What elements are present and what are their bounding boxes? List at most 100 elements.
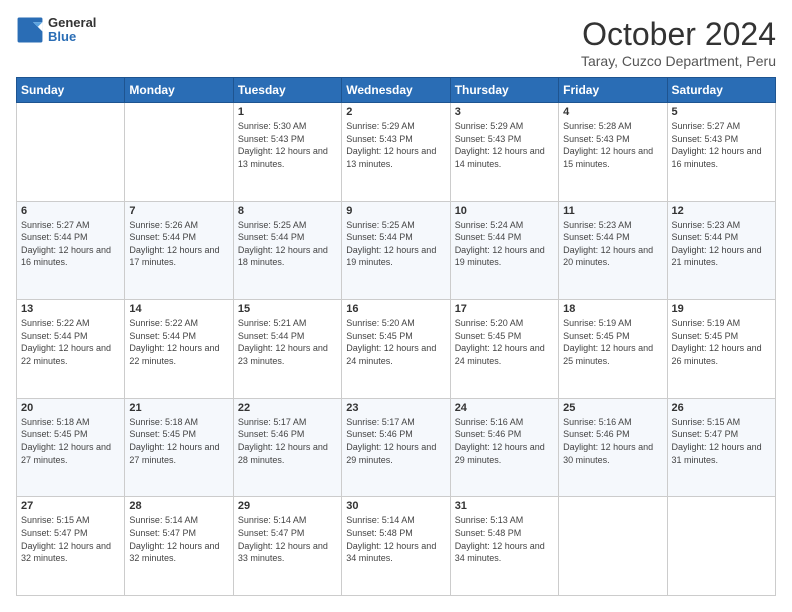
day-number: 30 [346,500,445,512]
calendar-cell [667,497,775,596]
calendar-cell: 18 Sunrise: 5:19 AMSunset: 5:45 PMDaylig… [559,300,667,399]
day-detail: Sunrise: 5:18 AMSunset: 5:45 PMDaylight:… [129,416,228,466]
title-block: October 2024 Taray, Cuzco Department, Pe… [581,16,776,69]
calendar-cell: 23 Sunrise: 5:17 AMSunset: 5:46 PMDaylig… [342,398,450,497]
day-number: 15 [238,303,337,315]
col-friday: Friday [559,78,667,103]
day-detail: Sunrise: 5:14 AMSunset: 5:48 PMDaylight:… [346,514,445,564]
day-detail: Sunrise: 5:25 AMSunset: 5:44 PMDaylight:… [346,219,445,269]
day-number: 28 [129,500,228,512]
day-number: 22 [238,402,337,414]
col-tuesday: Tuesday [233,78,341,103]
calendar-cell: 10 Sunrise: 5:24 AMSunset: 5:44 PMDaylig… [450,201,558,300]
calendar-cell: 19 Sunrise: 5:19 AMSunset: 5:45 PMDaylig… [667,300,775,399]
calendar-cell: 13 Sunrise: 5:22 AMSunset: 5:44 PMDaylig… [17,300,125,399]
calendar-cell: 30 Sunrise: 5:14 AMSunset: 5:48 PMDaylig… [342,497,450,596]
logo-blue: Blue [48,30,96,44]
calendar-cell: 8 Sunrise: 5:25 AMSunset: 5:44 PMDayligh… [233,201,341,300]
calendar-cell: 1 Sunrise: 5:30 AMSunset: 5:43 PMDayligh… [233,103,341,202]
day-number: 6 [21,205,120,217]
calendar-header: Sunday Monday Tuesday Wednesday Thursday… [17,78,776,103]
calendar-cell: 12 Sunrise: 5:23 AMSunset: 5:44 PMDaylig… [667,201,775,300]
calendar-cell: 25 Sunrise: 5:16 AMSunset: 5:46 PMDaylig… [559,398,667,497]
calendar-week-2: 13 Sunrise: 5:22 AMSunset: 5:44 PMDaylig… [17,300,776,399]
day-number: 29 [238,500,337,512]
calendar-cell: 6 Sunrise: 5:27 AMSunset: 5:44 PMDayligh… [17,201,125,300]
day-detail: Sunrise: 5:17 AMSunset: 5:46 PMDaylight:… [238,416,337,466]
page-title: October 2024 [581,16,776,53]
day-detail: Sunrise: 5:27 AMSunset: 5:44 PMDaylight:… [21,219,120,269]
calendar-cell: 5 Sunrise: 5:27 AMSunset: 5:43 PMDayligh… [667,103,775,202]
calendar-cell [17,103,125,202]
day-detail: Sunrise: 5:30 AMSunset: 5:43 PMDaylight:… [238,120,337,170]
day-detail: Sunrise: 5:17 AMSunset: 5:46 PMDaylight:… [346,416,445,466]
day-number: 2 [346,106,445,118]
day-detail: Sunrise: 5:29 AMSunset: 5:43 PMDaylight:… [455,120,554,170]
day-detail: Sunrise: 5:20 AMSunset: 5:45 PMDaylight:… [455,317,554,367]
day-number: 31 [455,500,554,512]
col-wednesday: Wednesday [342,78,450,103]
day-detail: Sunrise: 5:19 AMSunset: 5:45 PMDaylight:… [563,317,662,367]
day-detail: Sunrise: 5:25 AMSunset: 5:44 PMDaylight:… [238,219,337,269]
col-monday: Monday [125,78,233,103]
day-number: 7 [129,205,228,217]
day-number: 1 [238,106,337,118]
logo-icon [16,16,44,44]
day-number: 3 [455,106,554,118]
day-number: 25 [563,402,662,414]
day-detail: Sunrise: 5:22 AMSunset: 5:44 PMDaylight:… [21,317,120,367]
day-number: 24 [455,402,554,414]
day-number: 19 [672,303,771,315]
day-number: 27 [21,500,120,512]
calendar-cell: 9 Sunrise: 5:25 AMSunset: 5:44 PMDayligh… [342,201,450,300]
calendar-cell: 14 Sunrise: 5:22 AMSunset: 5:44 PMDaylig… [125,300,233,399]
calendar-week-1: 6 Sunrise: 5:27 AMSunset: 5:44 PMDayligh… [17,201,776,300]
day-number: 9 [346,205,445,217]
col-sunday: Sunday [17,78,125,103]
day-number: 10 [455,205,554,217]
day-detail: Sunrise: 5:18 AMSunset: 5:45 PMDaylight:… [21,416,120,466]
day-detail: Sunrise: 5:14 AMSunset: 5:47 PMDaylight:… [238,514,337,564]
day-number: 13 [21,303,120,315]
calendar-cell: 26 Sunrise: 5:15 AMSunset: 5:47 PMDaylig… [667,398,775,497]
day-number: 12 [672,205,771,217]
day-detail: Sunrise: 5:26 AMSunset: 5:44 PMDaylight:… [129,219,228,269]
day-number: 11 [563,205,662,217]
calendar-cell: 2 Sunrise: 5:29 AMSunset: 5:43 PMDayligh… [342,103,450,202]
day-detail: Sunrise: 5:15 AMSunset: 5:47 PMDaylight:… [21,514,120,564]
day-number: 4 [563,106,662,118]
calendar-week-0: 1 Sunrise: 5:30 AMSunset: 5:43 PMDayligh… [17,103,776,202]
calendar-cell: 7 Sunrise: 5:26 AMSunset: 5:44 PMDayligh… [125,201,233,300]
col-thursday: Thursday [450,78,558,103]
day-detail: Sunrise: 5:21 AMSunset: 5:44 PMDaylight:… [238,317,337,367]
day-detail: Sunrise: 5:19 AMSunset: 5:45 PMDaylight:… [672,317,771,367]
page-subtitle: Taray, Cuzco Department, Peru [581,53,776,69]
calendar-cell [125,103,233,202]
calendar-cell: 11 Sunrise: 5:23 AMSunset: 5:44 PMDaylig… [559,201,667,300]
day-detail: Sunrise: 5:29 AMSunset: 5:43 PMDaylight:… [346,120,445,170]
day-number: 14 [129,303,228,315]
day-number: 20 [21,402,120,414]
calendar-cell: 28 Sunrise: 5:14 AMSunset: 5:47 PMDaylig… [125,497,233,596]
calendar-cell: 22 Sunrise: 5:17 AMSunset: 5:46 PMDaylig… [233,398,341,497]
day-number: 26 [672,402,771,414]
day-number: 16 [346,303,445,315]
calendar-cell: 24 Sunrise: 5:16 AMSunset: 5:46 PMDaylig… [450,398,558,497]
day-detail: Sunrise: 5:16 AMSunset: 5:46 PMDaylight:… [455,416,554,466]
calendar-cell: 3 Sunrise: 5:29 AMSunset: 5:43 PMDayligh… [450,103,558,202]
logo-text: General Blue [48,16,96,45]
day-detail: Sunrise: 5:16 AMSunset: 5:46 PMDaylight:… [563,416,662,466]
day-detail: Sunrise: 5:23 AMSunset: 5:44 PMDaylight:… [672,219,771,269]
header: General Blue October 2024 Taray, Cuzco D… [16,16,776,69]
calendar-table: Sunday Monday Tuesday Wednesday Thursday… [16,77,776,596]
day-detail: Sunrise: 5:23 AMSunset: 5:44 PMDaylight:… [563,219,662,269]
day-detail: Sunrise: 5:28 AMSunset: 5:43 PMDaylight:… [563,120,662,170]
calendar-cell: 15 Sunrise: 5:21 AMSunset: 5:44 PMDaylig… [233,300,341,399]
page: General Blue October 2024 Taray, Cuzco D… [0,0,792,612]
calendar-body: 1 Sunrise: 5:30 AMSunset: 5:43 PMDayligh… [17,103,776,596]
day-detail: Sunrise: 5:27 AMSunset: 5:43 PMDaylight:… [672,120,771,170]
day-number: 18 [563,303,662,315]
calendar-cell: 29 Sunrise: 5:14 AMSunset: 5:47 PMDaylig… [233,497,341,596]
calendar-cell: 21 Sunrise: 5:18 AMSunset: 5:45 PMDaylig… [125,398,233,497]
day-detail: Sunrise: 5:22 AMSunset: 5:44 PMDaylight:… [129,317,228,367]
